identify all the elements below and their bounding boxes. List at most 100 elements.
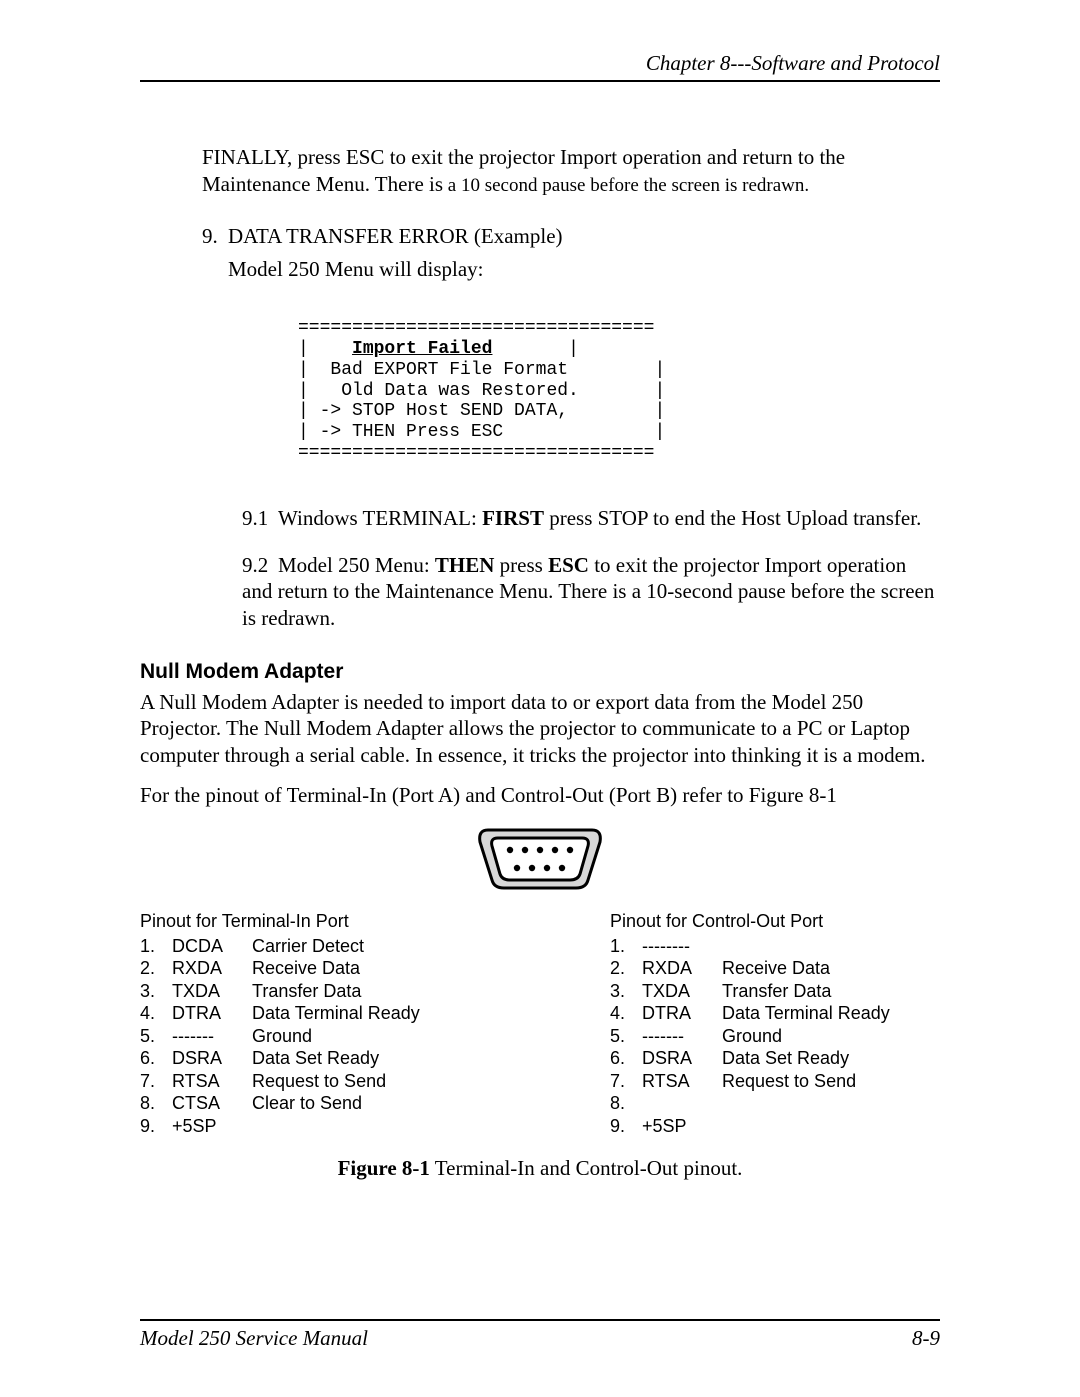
figure-label: Figure 8-1 bbox=[338, 1156, 430, 1180]
item-9: 9.DATA TRANSFER ERROR (Example) bbox=[202, 223, 940, 249]
pin-signal bbox=[642, 1092, 722, 1115]
pin-desc: Data Set Ready bbox=[722, 1047, 940, 1070]
pinout-tables: Pinout for Terminal-In Port 1.DCDACarrie… bbox=[140, 910, 940, 1137]
pinout-control-out: Pinout for Control-Out Port 1.--------2.… bbox=[610, 910, 940, 1137]
pin-num: 5. bbox=[610, 1025, 642, 1048]
pin-num: 8. bbox=[140, 1092, 172, 1115]
pin-row: 9.+5SP bbox=[140, 1115, 470, 1138]
pin-num: 9. bbox=[610, 1115, 642, 1138]
pin-num: 8. bbox=[610, 1092, 642, 1115]
pin-row: 3.TXDATransfer Data bbox=[140, 980, 470, 1003]
pin-num: 1. bbox=[140, 935, 172, 958]
pinout-left-title: Pinout for Terminal-In Port bbox=[140, 910, 470, 933]
pin-desc bbox=[722, 1115, 940, 1138]
pin-num: 9. bbox=[140, 1115, 172, 1138]
item-9-line2: Model 250 Menu will display: bbox=[228, 256, 940, 282]
page-header: Chapter 8---Software and Protocol bbox=[140, 50, 940, 82]
pin-num: 6. bbox=[610, 1047, 642, 1070]
pin-signal: DCDA bbox=[172, 935, 252, 958]
pin-row: 1.DCDACarrier Detect bbox=[140, 935, 470, 958]
pin-desc bbox=[252, 1115, 470, 1138]
pin-num: 4. bbox=[140, 1002, 172, 1025]
pin-num: 3. bbox=[610, 980, 642, 1003]
pin-desc: Request to Send bbox=[722, 1070, 940, 1093]
pin-signal: TXDA bbox=[642, 980, 722, 1003]
code-line: ================================= bbox=[298, 443, 654, 463]
figure-text: Terminal-In and Control-Out pinout. bbox=[430, 1156, 743, 1180]
bold-text: THEN bbox=[435, 553, 495, 577]
pin-row: 8.CTSAClear to Send bbox=[140, 1092, 470, 1115]
pin-num: 7. bbox=[140, 1070, 172, 1093]
footer-left: Model 250 Service Manual bbox=[140, 1325, 368, 1351]
text: | bbox=[298, 339, 352, 359]
text: Model 250 Menu: bbox=[278, 553, 435, 577]
pin-desc: Receive Data bbox=[252, 957, 470, 980]
pin-row: 6.DSRAData Set Ready bbox=[610, 1047, 940, 1070]
pin-row: 6.DSRAData Set Ready bbox=[140, 1047, 470, 1070]
pin-desc: Transfer Data bbox=[252, 980, 470, 1003]
content-block: FINALLY, press ESC to exit the projector… bbox=[202, 144, 940, 631]
item-number: 9. bbox=[202, 223, 228, 249]
pin-signal: RXDA bbox=[642, 957, 722, 980]
pin-row: 3.TXDATransfer Data bbox=[610, 980, 940, 1003]
code-line: ================================= bbox=[298, 318, 654, 338]
db9-connector-icon bbox=[470, 822, 610, 894]
pin-row: 9.+5SP bbox=[610, 1115, 940, 1138]
pin-desc bbox=[722, 935, 940, 958]
pin-row: 5.-------Ground bbox=[610, 1025, 940, 1048]
pin-signal: RTSA bbox=[642, 1070, 722, 1093]
pin-desc: Data Set Ready bbox=[252, 1047, 470, 1070]
pin-row: 1.-------- bbox=[610, 935, 940, 958]
pin-signal: +5SP bbox=[172, 1115, 252, 1138]
pin-signal: +5SP bbox=[642, 1115, 722, 1138]
page: Chapter 8---Software and Protocol FINALL… bbox=[0, 0, 1080, 1397]
sub-number: 9.1 bbox=[242, 505, 278, 531]
section-null-modem-title: Null Modem Adapter bbox=[140, 659, 940, 685]
pin-desc: Data Terminal Ready bbox=[722, 1002, 940, 1025]
pinout-right-title: Pinout for Control-Out Port bbox=[610, 910, 940, 933]
item-9-2: 9.2Model 250 Menu: THEN press ESC to exi… bbox=[242, 552, 940, 631]
code-line: | Old Data was Restored. | bbox=[298, 381, 665, 401]
pin-num: 7. bbox=[610, 1070, 642, 1093]
pin-signal: ------- bbox=[642, 1025, 722, 1048]
pin-desc: Clear to Send bbox=[252, 1092, 470, 1115]
figure-8-1: Pinout for Terminal-In Port 1.DCDACarrie… bbox=[140, 822, 940, 1181]
pin-num: 4. bbox=[610, 1002, 642, 1025]
footer-right: 8-9 bbox=[912, 1325, 940, 1351]
pin-row: 4.DTRAData Terminal Ready bbox=[140, 1002, 470, 1025]
bold-text: ESC bbox=[548, 553, 589, 577]
text: press STOP to end the Host Upload transf… bbox=[544, 506, 921, 530]
pin-signal: ------- bbox=[172, 1025, 252, 1048]
pin-desc: Request to Send bbox=[252, 1070, 470, 1093]
pin-signal: RXDA bbox=[172, 957, 252, 980]
pin-desc: Carrier Detect bbox=[252, 935, 470, 958]
import-failed-text: Import Failed bbox=[352, 339, 492, 359]
code-line: | Bad EXPORT File Format | bbox=[298, 360, 665, 380]
pin-num: 2. bbox=[140, 957, 172, 980]
pin-row: 4.DTRAData Terminal Ready bbox=[610, 1002, 940, 1025]
page-footer: Model 250 Service Manual 8-9 bbox=[140, 1319, 940, 1351]
pin-signal: RTSA bbox=[172, 1070, 252, 1093]
pin-desc: Ground bbox=[252, 1025, 470, 1048]
pin-desc bbox=[722, 1092, 940, 1115]
pin-signal: DSRA bbox=[642, 1047, 722, 1070]
null-modem-p2: For the pinout of Terminal-In (Port A) a… bbox=[140, 782, 940, 808]
code-line: | Import Failed | bbox=[298, 339, 579, 359]
para-finally: FINALLY, press ESC to exit the projector… bbox=[202, 144, 940, 197]
item-9-1: 9.1Windows TERMINAL: FIRST press STOP to… bbox=[242, 505, 940, 531]
code-line: | -> THEN Press ESC | bbox=[298, 422, 665, 442]
sub-number: 9.2 bbox=[242, 552, 278, 578]
pin-row: 5.-------Ground bbox=[140, 1025, 470, 1048]
text: | bbox=[492, 339, 578, 359]
pin-row: 2.RXDAReceive Data bbox=[140, 957, 470, 980]
pin-num: 1. bbox=[610, 935, 642, 958]
pin-signal: DTRA bbox=[642, 1002, 722, 1025]
pin-num: 2. bbox=[610, 957, 642, 980]
pin-signal: DSRA bbox=[172, 1047, 252, 1070]
pin-desc: Data Terminal Ready bbox=[252, 1002, 470, 1025]
pin-signal: CTSA bbox=[172, 1092, 252, 1115]
pin-row: 7.RTSARequest to Send bbox=[610, 1070, 940, 1093]
pin-row: 8. bbox=[610, 1092, 940, 1115]
pin-signal: TXDA bbox=[172, 980, 252, 1003]
text: Windows TERMINAL: bbox=[278, 506, 482, 530]
